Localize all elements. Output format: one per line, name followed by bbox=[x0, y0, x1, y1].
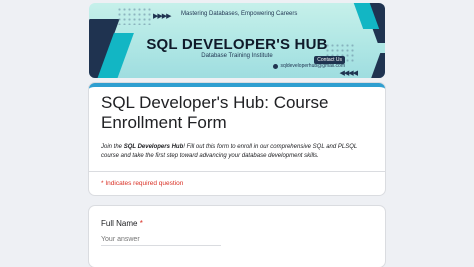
full-name-input[interactable] bbox=[101, 236, 221, 246]
arrows-left-icon: ◀◀◀◀ bbox=[339, 70, 358, 77]
question-label-text: Full Name bbox=[101, 219, 138, 228]
mail-icon bbox=[273, 63, 279, 69]
question-label: Full Name * bbox=[101, 219, 373, 228]
banner-email-text: sqldeveloperhub@gmail.com bbox=[280, 63, 345, 69]
banner-title: SQL DEVELOPER'S HUB bbox=[146, 36, 328, 53]
question-card-full-name: Full Name * bbox=[89, 206, 385, 267]
header-banner: ▶▶▶▶ ◀◀◀◀ Mastering Databases, Empowerin… bbox=[89, 3, 385, 78]
description-brand: SQL Developers Hub bbox=[123, 144, 184, 150]
required-asterisk: * bbox=[139, 219, 143, 228]
form-title: SQL Developer's Hub: Course Enrollment F… bbox=[101, 93, 329, 132]
banner-dot-pattern bbox=[117, 7, 151, 25]
form-title-card: SQL Developer's Hub: Course Enrollment F… bbox=[89, 83, 385, 195]
divider bbox=[89, 171, 385, 172]
required-note: * Indicates required question bbox=[101, 180, 184, 187]
description-prefix: Join the bbox=[101, 144, 124, 150]
banner-tagline: Mastering Databases, Empowering Careers bbox=[181, 11, 298, 17]
form-description: Join the SQL Developers Hub! Fill out th… bbox=[101, 143, 373, 161]
form-container: ▶▶▶▶ ◀◀◀◀ Mastering Databases, Empowerin… bbox=[89, 3, 385, 267]
banner-email: sqldeveloperhub@gmail.com bbox=[273, 63, 345, 69]
arrows-right-icon: ▶▶▶▶ bbox=[153, 13, 172, 20]
